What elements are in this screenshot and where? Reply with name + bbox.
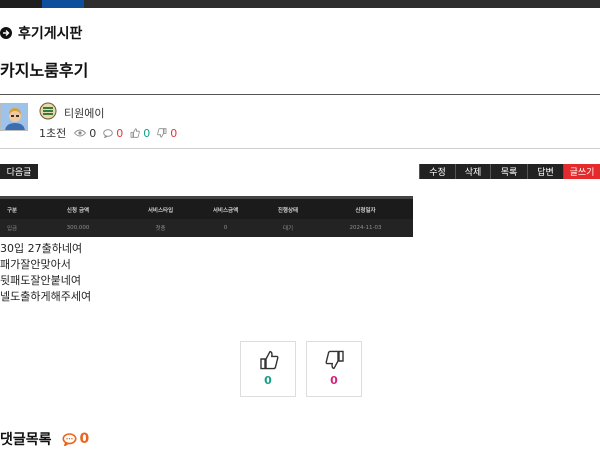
- post-body-line: 30입 27출하네여: [0, 242, 83, 255]
- post-info: 티원에이 1초전 0 0 0 0: [0, 94, 600, 149]
- table-cell: 대기: [282, 226, 294, 232]
- board-title-text: 후기게시판: [18, 26, 83, 42]
- top-bar-active-segment: [42, 0, 84, 8]
- thumbs-down-icon: [325, 350, 344, 370]
- comments-count: 0: [116, 126, 124, 140]
- embedded-deposit-table: 구분 신청 금액 서비스타입 서비스금액 진행상태 신청일자 입금 300,00…: [0, 196, 413, 237]
- user-avatar-icon[interactable]: [0, 103, 28, 131]
- arrow-circle-icon: [0, 27, 12, 39]
- comment-icon: [62, 432, 77, 446]
- comments-count: 0: [79, 431, 90, 447]
- table-cell: 300,000: [66, 225, 90, 231]
- post-body-line: 패가잘안맞아서: [0, 258, 71, 271]
- comments-header: 댓글목록 0: [0, 429, 89, 449]
- table-header-cell: 서비스금액: [212, 208, 239, 214]
- thumbs-down-icon: [157, 128, 167, 138]
- thumbs-up-icon: [130, 128, 141, 138]
- level-badge-icon: [39, 102, 57, 120]
- upvote-button[interactable]: 0: [240, 341, 296, 397]
- post-meta: 1초전 0 0 0 0: [39, 126, 184, 141]
- write-button[interactable]: 글쓰기: [563, 164, 600, 179]
- table-header-cell: 진행상태: [277, 208, 299, 214]
- table-header-cell: 서비스타입: [147, 208, 174, 214]
- edit-button[interactable]: 수정: [419, 164, 455, 179]
- list-button[interactable]: 목록: [490, 164, 527, 179]
- table-header-row: 구분 신청 금액 서비스타입 서비스금액 진행상태 신청일자: [0, 201, 413, 219]
- post-body-line: 넬도출하게해주세여: [0, 290, 92, 303]
- downvote-button[interactable]: 0: [306, 341, 362, 397]
- table-header-cell: 구분: [7, 208, 18, 214]
- dislikes-stat: 0: [157, 127, 177, 140]
- post-time: 1초전: [39, 127, 67, 140]
- author-name[interactable]: 티원에이: [64, 105, 104, 121]
- table-cell: 입금: [7, 226, 18, 232]
- table-header-cell: 신청 금액: [66, 208, 90, 214]
- table-cell: 0: [223, 225, 228, 231]
- table-cell: 첫충: [155, 226, 166, 232]
- likes-stat: 0: [130, 127, 150, 140]
- comments-stat: 0: [103, 127, 123, 140]
- dislikes-count: 0: [170, 126, 178, 140]
- board-title[interactable]: 후기게시판: [0, 23, 82, 43]
- likes-count: 0: [143, 126, 151, 140]
- upvote-count: 0: [264, 374, 272, 387]
- table-row: 입금 300,000 첫충 0 대기 2024-11-03: [0, 219, 413, 237]
- post-title: 카지노룸후기: [0, 61, 89, 80]
- thumbs-up-icon: [260, 350, 279, 370]
- comments-title: 댓글목록: [0, 432, 52, 448]
- eye-icon: [74, 129, 87, 137]
- views-stat: 0: [74, 127, 96, 140]
- post-body-line: 뒷패도잘안붙네여: [0, 274, 81, 287]
- delete-button[interactable]: 삭제: [455, 164, 490, 179]
- views-count: 0: [89, 126, 97, 140]
- reply-button[interactable]: 답변: [527, 164, 563, 179]
- top-bar: [0, 0, 600, 8]
- next-post-button[interactable]: 다음글: [0, 164, 38, 179]
- top-bar-segment: [0, 0, 42, 8]
- table-cell: 2024-11-03: [349, 225, 382, 231]
- table-header-cell: 신청일자: [355, 208, 376, 214]
- post-body: 30입 27출하네여 패가잘안맞아서 뒷패도잘안붙네여 넬도출하게해주세여: [0, 241, 420, 305]
- comment-icon: [103, 128, 114, 138]
- downvote-count: 0: [330, 374, 338, 387]
